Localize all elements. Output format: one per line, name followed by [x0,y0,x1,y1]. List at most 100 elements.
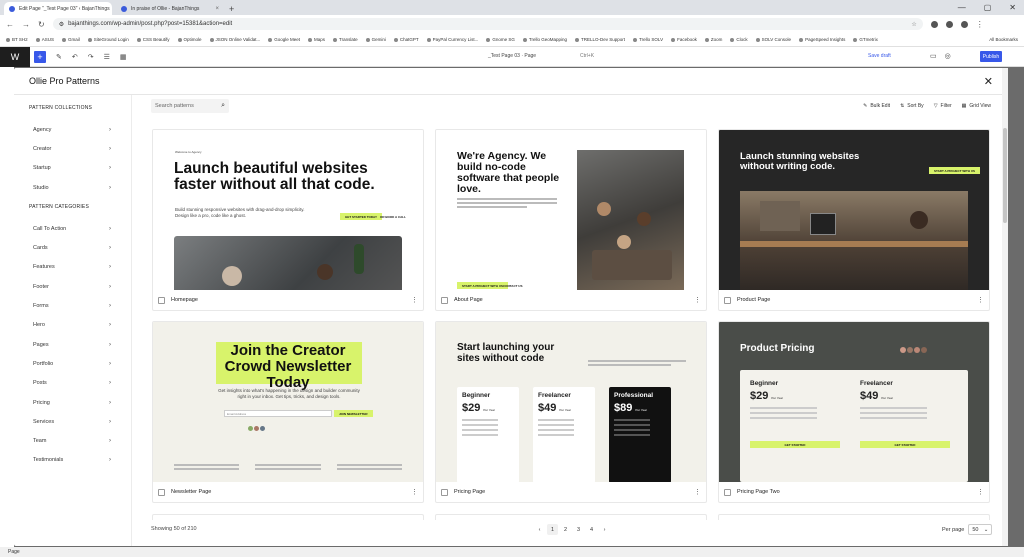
search-input[interactable]: Search patterns ⌕ [151,99,229,113]
bookmark-item[interactable]: PageSpeed Insights [799,37,845,42]
category-item-services[interactable]: Services › [14,412,131,431]
bookmark-item[interactable]: Zoom [704,37,722,42]
edit-tool-icon[interactable]: ✎ [56,53,62,61]
url-bar[interactable]: ⚙ bajanthings.com/wp-admin/post.php?post=… [52,18,923,30]
category-item-hero[interactable]: Hero › [14,316,131,335]
category-item-posts[interactable]: Posts › [14,374,131,393]
category-item-testimonials[interactable]: Testimonials › [14,451,131,470]
bookmark-item[interactable]: Maps [307,37,325,42]
site-info-icon[interactable]: ⚙ [59,21,64,28]
sort-by-button[interactable]: ⇅ Sort By [900,103,924,109]
redo-icon[interactable]: ↷ [88,53,94,61]
pattern-card-homepage[interactable]: Welcome to Agency Launch beautiful websi… [152,129,424,311]
select-checkbox[interactable] [724,488,731,496]
bookmark-item[interactable]: Optimole [177,37,202,42]
bookmark-item[interactable]: Clock [730,37,748,42]
block-inserter-button[interactable]: + [34,50,46,63]
close-modal-button[interactable]: ✕ [984,75,993,88]
bookmark-item[interactable]: TRELLO-Dev Support [575,37,625,42]
category-item-cards[interactable]: Cards › [14,238,131,257]
bookmark-item[interactable]: SOLV Console [755,37,791,42]
view-icon[interactable]: ◎ [945,52,951,60]
prev-page-icon[interactable]: ‹ [534,524,545,535]
bookmark-item[interactable]: Trello GeoMapping [522,37,567,42]
extension-icon[interactable] [930,20,938,28]
category-item-call-to-action[interactable]: Call To Action › [14,219,131,238]
bookmark-item[interactable]: PayPal Currency List... [426,37,478,42]
bookmark-item[interactable]: ChatGPT [393,37,419,42]
preview-icon[interactable]: ▭ [930,52,937,60]
bookmark-item[interactable]: Facebook [671,37,697,42]
bookmark-item[interactable]: Google Meet [268,37,300,42]
scrollbar-thumb[interactable] [1003,128,1007,223]
back-icon[interactable]: ← [6,20,14,29]
minimize-icon[interactable]: — [958,3,966,12]
bookmark-item[interactable]: SiteGround Login [87,37,129,42]
category-item-pricing[interactable]: Pricing › [14,393,131,412]
grid-view-button[interactable]: ▦ Grid View [962,103,991,109]
pattern-card-product[interactable]: Launch stunning websites without writing… [718,129,990,311]
bookmark-item[interactable]: Translate [333,37,358,42]
more-options-icon[interactable]: ⋮ [977,296,984,304]
page-4-button[interactable]: 4 [586,524,597,535]
bulk-edit-button[interactable]: ✎ Bulk Edit [863,103,890,109]
more-options-icon[interactable]: ⋮ [411,488,418,496]
document-title[interactable]: _Test Page 03 · Page [488,53,536,59]
pattern-card-pricing-two[interactable]: Product Pricing Beginner $29 Per Year GE… [718,321,990,503]
profile-avatar-icon[interactable] [960,20,968,28]
page-1-button[interactable]: 1 [547,524,558,535]
save-draft-button[interactable]: Save draft [868,53,891,59]
browser-tab-active[interactable]: Edit Page “_Test Page 03” ‹ BajanThings× [4,2,112,15]
collection-item-agency[interactable]: Agency › [14,120,131,139]
modal-scrollbar[interactable] [1002,68,1008,546]
bookmark-item[interactable]: Gnome SG [486,37,515,42]
document-overview-icon[interactable]: ☰ [104,53,110,61]
close-tab-icon[interactable]: × [215,6,219,12]
forward-icon[interactable]: → [22,20,30,29]
bookmark-item[interactable]: Gmail [61,37,80,42]
maximize-icon[interactable]: ▢ [984,3,992,12]
select-checkbox[interactable] [441,296,448,304]
more-options-icon[interactable]: ⋮ [977,488,984,496]
bookmark-star-icon[interactable]: ☆ [911,21,916,28]
filter-button[interactable]: ▽ Filter [934,103,952,109]
reload-icon[interactable]: ↻ [38,20,45,29]
bookmark-item[interactable]: CSS Beautify [136,37,170,42]
browser-tab[interactable]: In praise of Ollie - BajanThings × [116,2,224,15]
publish-button[interactable]: Publish [980,51,1002,62]
next-page-icon[interactable]: › [599,524,610,535]
bookmark-item[interactable]: JSON Online Validat... [209,37,260,42]
collection-item-startup[interactable]: Startup › [14,159,131,178]
pattern-card-pricing[interactable]: Start launching your sites without code … [435,321,707,503]
collection-item-studio[interactable]: Studio › [14,178,131,197]
bookmark-item[interactable]: ASUS [35,37,54,42]
more-options-icon[interactable]: ⋮ [694,296,701,304]
browser-menu-icon[interactable]: ⋮ [976,20,984,29]
all-bookmarks-button[interactable]: All Bookmarks [989,37,1018,42]
select-checkbox[interactable] [158,296,165,304]
pattern-card-newsletter[interactable]: Join the Creator Crowd Newsletter Today … [152,321,424,503]
bookmark-item[interactable]: BT SH2 [6,37,28,42]
page-2-button[interactable]: 2 [560,524,571,535]
more-options-icon[interactable]: ⋮ [411,296,418,304]
category-item-footer[interactable]: Footer › [14,277,131,296]
category-item-team[interactable]: Team › [14,431,131,450]
patterns-icon[interactable]: ▦ [120,53,127,61]
pattern-card-about[interactable]: We're Agency. We build no-code software … [435,129,707,311]
category-item-portfolio[interactable]: Portfolio › [14,354,131,373]
bookmark-item[interactable]: Trello SOLV [633,37,663,42]
extensions-puzzle-icon[interactable] [945,20,953,28]
page-3-button[interactable]: 3 [573,524,584,535]
new-tab-icon[interactable]: + [229,4,234,14]
category-item-forms[interactable]: Forms › [14,296,131,315]
collection-item-creator[interactable]: Creator › [14,139,131,158]
bookmark-item[interactable]: Gemini [365,37,386,42]
select-checkbox[interactable] [441,488,448,496]
wordpress-logo-icon[interactable]: W [0,46,30,67]
select-checkbox[interactable] [158,488,165,496]
bookmark-item[interactable]: GTmetrix [853,37,878,42]
category-item-pages[interactable]: Pages › [14,335,131,354]
close-window-icon[interactable]: ✕ [1009,3,1016,12]
category-item-features[interactable]: Features › [14,258,131,277]
more-options-icon[interactable]: ⋮ [694,488,701,496]
